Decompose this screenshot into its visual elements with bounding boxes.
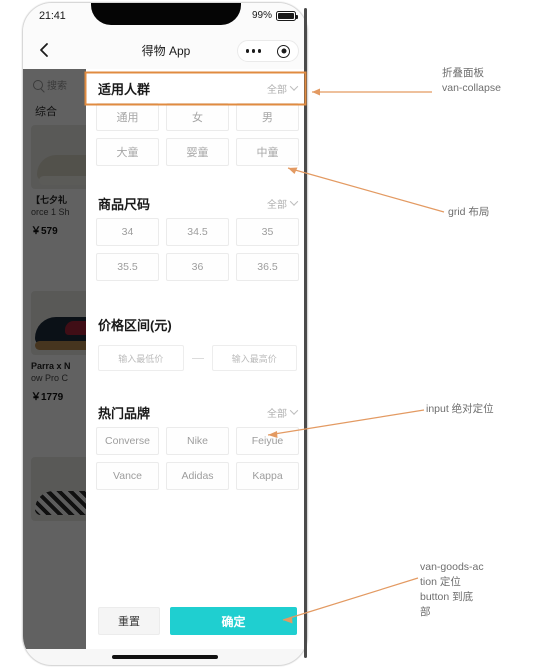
reset-button[interactable]: 重置: [98, 607, 160, 635]
filter-option[interactable]: 婴童: [166, 138, 229, 166]
filter-option[interactable]: 通用: [96, 103, 159, 131]
battery-percentage: 99%: [251, 10, 272, 21]
confirm-button[interactable]: 确定: [170, 607, 297, 635]
section-all-toggle[interactable]: 全部: [267, 81, 299, 96]
annotation-collapse: 折叠面板 van-collapse: [442, 66, 501, 96]
panel-action-bar: 重置 确定: [86, 607, 307, 635]
battery-icon: [276, 10, 298, 21]
size-options-grid: 34 34.5 35 35.5 36 36.5: [86, 218, 307, 281]
filter-option[interactable]: 34: [96, 218, 159, 246]
filter-panel: 适用人群 全部 通用 女 男 大童 婴童 中童 商品尺码 全部 34 34.5 …: [86, 69, 307, 649]
price-range-row: 输入最低价 输入最高价: [86, 345, 307, 371]
annotation-line: 折叠面板: [442, 67, 484, 79]
section-all-toggle[interactable]: 全部: [267, 196, 299, 211]
filter-option[interactable]: Adidas: [166, 462, 229, 490]
chevron-down-icon: [289, 406, 299, 415]
filter-option[interactable]: Feiyue: [236, 427, 299, 455]
annotation-line: input 绝对定位: [426, 403, 494, 415]
filter-option[interactable]: 34.5: [166, 218, 229, 246]
status-bar: 21:41 99%: [23, 3, 307, 33]
section-header-price: 价格区间(元): [86, 309, 307, 339]
filter-option[interactable]: Kappa: [236, 462, 299, 490]
filter-option[interactable]: 35.5: [96, 253, 159, 281]
annotation-grid: grid 布局: [448, 205, 489, 220]
status-time: 21:41: [39, 10, 66, 22]
filter-option[interactable]: Nike: [166, 427, 229, 455]
filter-option[interactable]: 女: [166, 103, 229, 131]
crowd-options-grid: 通用 女 男 大童 婴童 中童: [86, 103, 307, 166]
miniprogram-capsule[interactable]: [237, 40, 299, 62]
annotation-line: 部: [420, 606, 431, 618]
brand-options-grid: Converse Nike Feiyue Vance Adidas Kappa: [86, 427, 307, 490]
phone-frame-edge: [304, 8, 307, 658]
section-all-label: 全部: [267, 199, 287, 211]
annotation-line: van-goods-ac: [420, 561, 484, 573]
section-title: 商品尺码: [98, 196, 151, 212]
annotation-input: input 绝对定位: [426, 402, 494, 417]
screenshot-root: 搜索 综合 【七夕礼 orce 1 Sh ￥579 Parra x N ow P…: [0, 0, 558, 670]
filter-option[interactable]: Converse: [96, 427, 159, 455]
navigation-bar: 得物 App: [23, 33, 307, 69]
section-title: 适用人群: [98, 81, 151, 97]
annotation-line: van-collapse: [442, 82, 501, 94]
device-notch: [91, 3, 241, 25]
section-header-size[interactable]: 商品尺码 全部: [86, 188, 307, 218]
range-separator: [191, 357, 204, 359]
annotation-goods-action: van-goods-ac tion 定位 button 到底 部: [420, 560, 484, 620]
target-circle-icon[interactable]: [277, 44, 291, 58]
min-price-input[interactable]: 输入最低价: [98, 345, 184, 371]
filter-option[interactable]: 中童: [236, 138, 299, 166]
filter-option[interactable]: 男: [236, 103, 299, 131]
filter-option[interactable]: 36.5: [236, 253, 299, 281]
home-indicator: [112, 655, 218, 659]
status-indicators: 99%: [251, 10, 298, 21]
section-title: 热门品牌: [98, 405, 151, 421]
section-all-label: 全部: [267, 84, 287, 96]
max-price-input[interactable]: 输入最高价: [211, 345, 297, 371]
filter-option[interactable]: 大童: [96, 138, 159, 166]
filter-option[interactable]: 35: [236, 218, 299, 246]
chevron-down-icon: [289, 82, 299, 91]
section-all-label: 全部: [267, 408, 287, 420]
section-header-crowd[interactable]: 适用人群 全部: [86, 73, 307, 103]
section-header-brand[interactable]: 热门品牌 全部: [86, 397, 307, 427]
phone-device: 搜索 综合 【七夕礼 orce 1 Sh ￥579 Parra x N ow P…: [22, 2, 308, 666]
annotation-line: tion 定位: [420, 576, 461, 588]
filter-option[interactable]: Vance: [96, 462, 159, 490]
chevron-down-icon: [289, 197, 299, 206]
annotation-line: grid 布局: [448, 206, 490, 218]
section-title: 价格区间(元): [98, 317, 172, 333]
section-all-toggle[interactable]: 全部: [267, 405, 299, 420]
more-dots-icon[interactable]: [245, 49, 262, 53]
filter-option[interactable]: 36: [166, 253, 229, 281]
annotation-line: button 到底: [420, 591, 474, 603]
